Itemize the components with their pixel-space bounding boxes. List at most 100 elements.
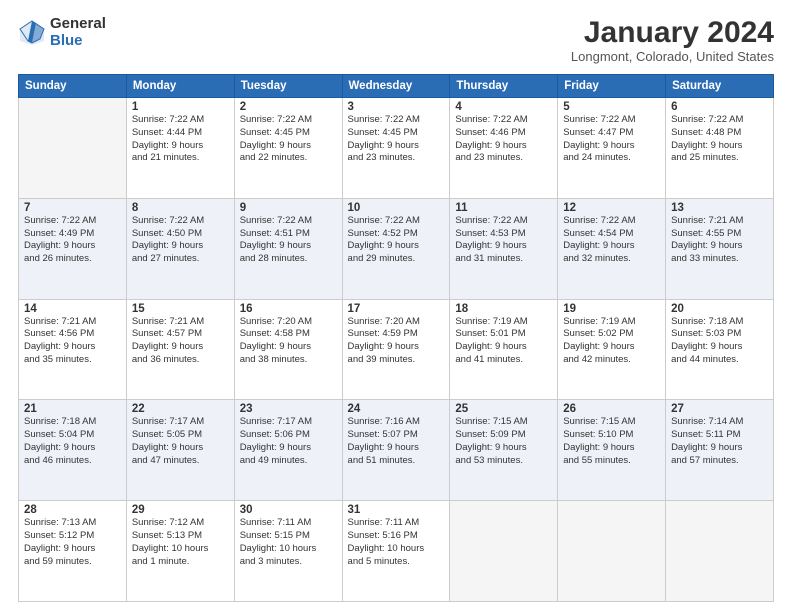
day-number: 19	[563, 303, 660, 315]
calendar-day-cell: 12Sunrise: 7:22 AM Sunset: 4:54 PM Dayli…	[558, 198, 666, 299]
logo-blue: Blue	[50, 33, 106, 50]
day-number: 28	[24, 504, 121, 516]
day-info: Sunrise: 7:22 AM Sunset: 4:47 PM Dayligh…	[563, 114, 660, 165]
day-number: 8	[132, 202, 229, 214]
day-number: 18	[455, 303, 552, 315]
calendar-day-cell: 4Sunrise: 7:22 AM Sunset: 4:46 PM Daylig…	[450, 98, 558, 199]
day-info: Sunrise: 7:15 AM Sunset: 5:09 PM Dayligh…	[455, 416, 552, 467]
day-number: 16	[240, 303, 337, 315]
day-number: 21	[24, 403, 121, 415]
day-number: 5	[563, 101, 660, 113]
calendar-table: SundayMondayTuesdayWednesdayThursdayFrid…	[18, 74, 774, 602]
calendar-day-cell: 24Sunrise: 7:16 AM Sunset: 5:07 PM Dayli…	[342, 400, 450, 501]
calendar-week-row: 7Sunrise: 7:22 AM Sunset: 4:49 PM Daylig…	[19, 198, 774, 299]
calendar-day-cell: 29Sunrise: 7:12 AM Sunset: 5:13 PM Dayli…	[126, 501, 234, 602]
day-number: 15	[132, 303, 229, 315]
calendar-day-cell: 15Sunrise: 7:21 AM Sunset: 4:57 PM Dayli…	[126, 299, 234, 400]
calendar-day-cell: 21Sunrise: 7:18 AM Sunset: 5:04 PM Dayli…	[19, 400, 127, 501]
day-info: Sunrise: 7:22 AM Sunset: 4:45 PM Dayligh…	[348, 114, 445, 165]
calendar-header-row: SundayMondayTuesdayWednesdayThursdayFrid…	[19, 75, 774, 98]
calendar-day-cell: 16Sunrise: 7:20 AM Sunset: 4:58 PM Dayli…	[234, 299, 342, 400]
calendar-day-cell	[19, 98, 127, 199]
calendar-day-cell: 31Sunrise: 7:11 AM Sunset: 5:16 PM Dayli…	[342, 501, 450, 602]
calendar-day-cell: 19Sunrise: 7:19 AM Sunset: 5:02 PM Dayli…	[558, 299, 666, 400]
day-number: 22	[132, 403, 229, 415]
day-info: Sunrise: 7:13 AM Sunset: 5:12 PM Dayligh…	[24, 517, 121, 568]
calendar-week-row: 28Sunrise: 7:13 AM Sunset: 5:12 PM Dayli…	[19, 501, 774, 602]
day-info: Sunrise: 7:20 AM Sunset: 4:59 PM Dayligh…	[348, 316, 445, 367]
calendar-day-header: Thursday	[450, 75, 558, 98]
day-info: Sunrise: 7:22 AM Sunset: 4:45 PM Dayligh…	[240, 114, 337, 165]
day-info: Sunrise: 7:22 AM Sunset: 4:48 PM Dayligh…	[671, 114, 768, 165]
calendar-day-cell: 28Sunrise: 7:13 AM Sunset: 5:12 PM Dayli…	[19, 501, 127, 602]
calendar-day-cell: 11Sunrise: 7:22 AM Sunset: 4:53 PM Dayli…	[450, 198, 558, 299]
day-info: Sunrise: 7:22 AM Sunset: 4:50 PM Dayligh…	[132, 215, 229, 266]
page: General Blue January 2024 Longmont, Colo…	[0, 0, 792, 612]
calendar-week-row: 14Sunrise: 7:21 AM Sunset: 4:56 PM Dayli…	[19, 299, 774, 400]
calendar-day-cell: 17Sunrise: 7:20 AM Sunset: 4:59 PM Dayli…	[342, 299, 450, 400]
calendar-week-row: 1Sunrise: 7:22 AM Sunset: 4:44 PM Daylig…	[19, 98, 774, 199]
calendar-day-cell: 10Sunrise: 7:22 AM Sunset: 4:52 PM Dayli…	[342, 198, 450, 299]
day-info: Sunrise: 7:19 AM Sunset: 5:02 PM Dayligh…	[563, 316, 660, 367]
day-info: Sunrise: 7:12 AM Sunset: 5:13 PM Dayligh…	[132, 517, 229, 568]
day-number: 29	[132, 504, 229, 516]
day-info: Sunrise: 7:21 AM Sunset: 4:56 PM Dayligh…	[24, 316, 121, 367]
day-info: Sunrise: 7:22 AM Sunset: 4:51 PM Dayligh…	[240, 215, 337, 266]
day-info: Sunrise: 7:22 AM Sunset: 4:49 PM Dayligh…	[24, 215, 121, 266]
header: General Blue January 2024 Longmont, Colo…	[18, 16, 774, 64]
calendar-day-cell: 1Sunrise: 7:22 AM Sunset: 4:44 PM Daylig…	[126, 98, 234, 199]
calendar-day-cell: 27Sunrise: 7:14 AM Sunset: 5:11 PM Dayli…	[666, 400, 774, 501]
day-info: Sunrise: 7:18 AM Sunset: 5:03 PM Dayligh…	[671, 316, 768, 367]
month-title: January 2024	[571, 16, 774, 49]
day-info: Sunrise: 7:20 AM Sunset: 4:58 PM Dayligh…	[240, 316, 337, 367]
calendar-day-cell: 18Sunrise: 7:19 AM Sunset: 5:01 PM Dayli…	[450, 299, 558, 400]
calendar-day-cell: 6Sunrise: 7:22 AM Sunset: 4:48 PM Daylig…	[666, 98, 774, 199]
calendar-day-header: Friday	[558, 75, 666, 98]
day-number: 31	[348, 504, 445, 516]
day-info: Sunrise: 7:14 AM Sunset: 5:11 PM Dayligh…	[671, 416, 768, 467]
calendar-day-cell: 5Sunrise: 7:22 AM Sunset: 4:47 PM Daylig…	[558, 98, 666, 199]
day-number: 10	[348, 202, 445, 214]
calendar-day-cell: 23Sunrise: 7:17 AM Sunset: 5:06 PM Dayli…	[234, 400, 342, 501]
calendar-day-cell	[558, 501, 666, 602]
day-number: 13	[671, 202, 768, 214]
day-info: Sunrise: 7:22 AM Sunset: 4:54 PM Dayligh…	[563, 215, 660, 266]
calendar-day-header: Tuesday	[234, 75, 342, 98]
day-info: Sunrise: 7:17 AM Sunset: 5:05 PM Dayligh…	[132, 416, 229, 467]
calendar-day-header: Saturday	[666, 75, 774, 98]
day-info: Sunrise: 7:18 AM Sunset: 5:04 PM Dayligh…	[24, 416, 121, 467]
day-info: Sunrise: 7:22 AM Sunset: 4:46 PM Dayligh…	[455, 114, 552, 165]
day-number: 23	[240, 403, 337, 415]
calendar-day-cell: 26Sunrise: 7:15 AM Sunset: 5:10 PM Dayli…	[558, 400, 666, 501]
day-info: Sunrise: 7:11 AM Sunset: 5:15 PM Dayligh…	[240, 517, 337, 568]
day-info: Sunrise: 7:21 AM Sunset: 4:55 PM Dayligh…	[671, 215, 768, 266]
logo-text: General Blue	[50, 16, 106, 49]
calendar-day-header: Wednesday	[342, 75, 450, 98]
day-number: 26	[563, 403, 660, 415]
day-number: 1	[132, 101, 229, 113]
day-info: Sunrise: 7:15 AM Sunset: 5:10 PM Dayligh…	[563, 416, 660, 467]
logo-general: General	[50, 16, 106, 33]
calendar-day-header: Sunday	[19, 75, 127, 98]
calendar-day-cell	[450, 501, 558, 602]
logo: General Blue	[18, 16, 106, 49]
day-number: 12	[563, 202, 660, 214]
day-number: 27	[671, 403, 768, 415]
day-number: 17	[348, 303, 445, 315]
calendar-day-cell: 3Sunrise: 7:22 AM Sunset: 4:45 PM Daylig…	[342, 98, 450, 199]
day-number: 9	[240, 202, 337, 214]
calendar-day-cell: 22Sunrise: 7:17 AM Sunset: 5:05 PM Dayli…	[126, 400, 234, 501]
calendar-day-cell: 8Sunrise: 7:22 AM Sunset: 4:50 PM Daylig…	[126, 198, 234, 299]
logo-icon	[18, 19, 46, 47]
day-info: Sunrise: 7:22 AM Sunset: 4:44 PM Dayligh…	[132, 114, 229, 165]
day-number: 24	[348, 403, 445, 415]
day-info: Sunrise: 7:19 AM Sunset: 5:01 PM Dayligh…	[455, 316, 552, 367]
day-info: Sunrise: 7:16 AM Sunset: 5:07 PM Dayligh…	[348, 416, 445, 467]
day-number: 4	[455, 101, 552, 113]
day-number: 7	[24, 202, 121, 214]
day-number: 25	[455, 403, 552, 415]
day-number: 14	[24, 303, 121, 315]
day-number: 30	[240, 504, 337, 516]
day-number: 11	[455, 202, 552, 214]
day-number: 2	[240, 101, 337, 113]
